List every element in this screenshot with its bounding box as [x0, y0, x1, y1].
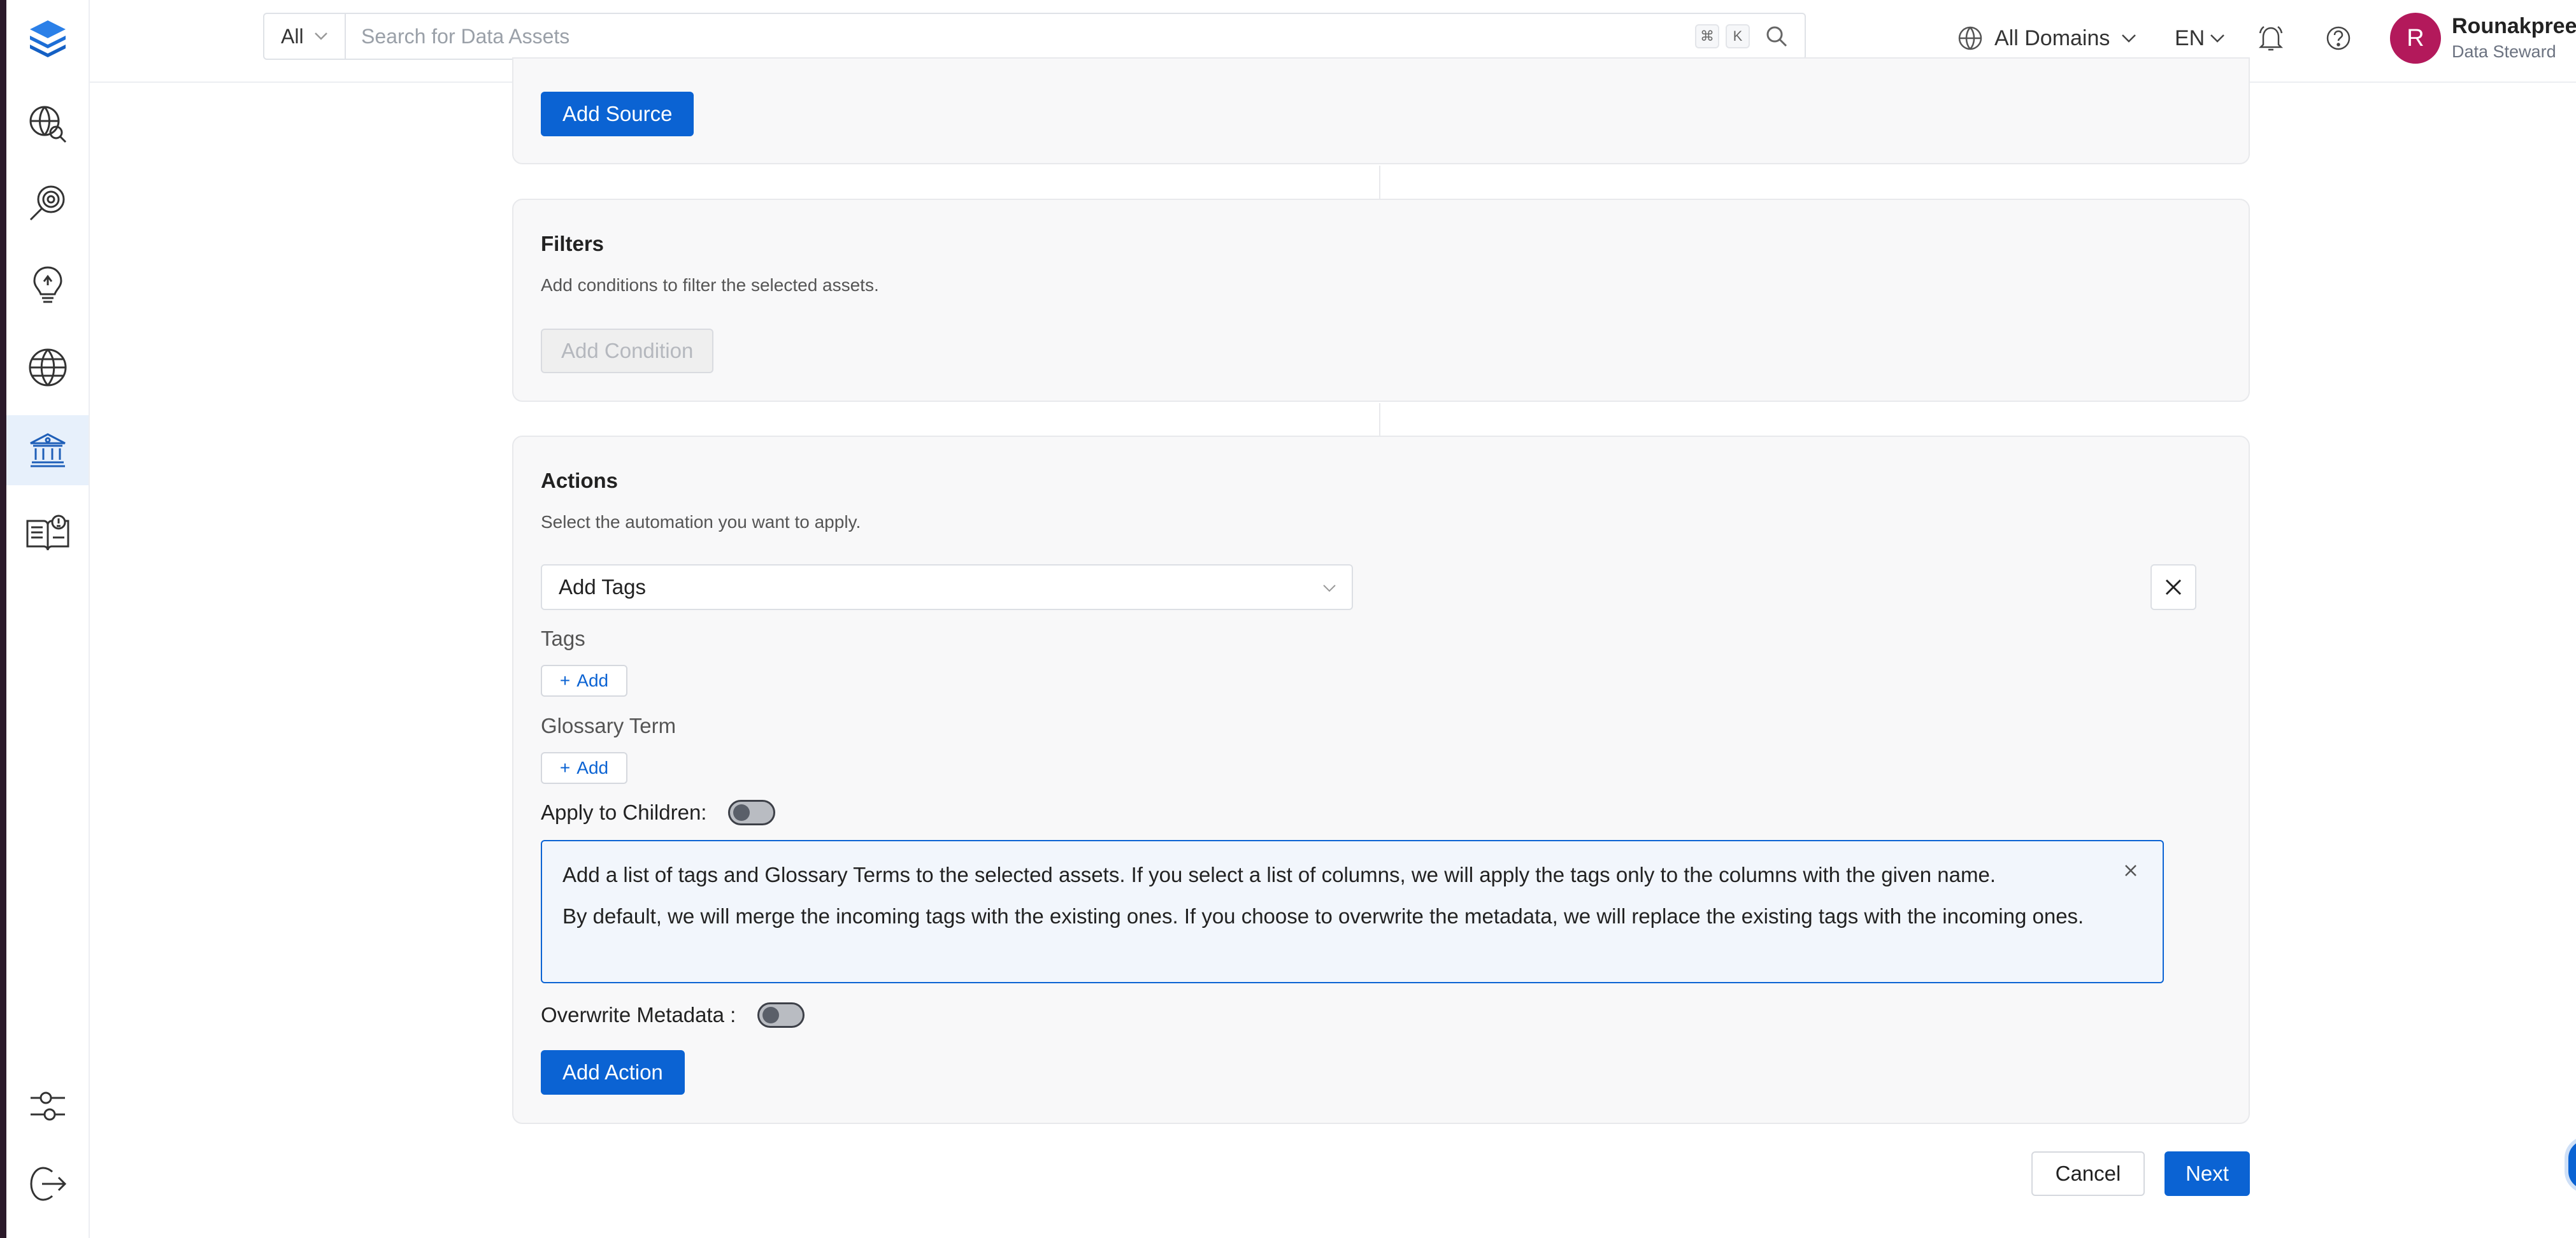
info-alert: Add a list of tags and Glossary Terms to…	[541, 840, 2164, 983]
tags-label: Tags	[541, 627, 585, 650]
overwrite-metadata-label: Overwrite Metadata :	[541, 1003, 736, 1027]
help-button[interactable]	[2322, 22, 2355, 55]
search-input[interactable]	[346, 14, 1695, 59]
sidebar-item-data-quality[interactable]	[6, 169, 89, 239]
apply-to-children-toggle[interactable]	[728, 800, 776, 825]
search-icon[interactable]	[1765, 25, 1788, 48]
chevron-down-icon	[2210, 34, 2225, 43]
next-button[interactable]: Next	[2165, 1151, 2250, 1196]
add-glossary-term-button[interactable]: + Add	[541, 752, 627, 784]
overwrite-metadata-row: Overwrite Metadata :	[541, 1002, 805, 1028]
info-text-line-1: Add a list of tags and Glossary Terms to…	[562, 863, 1996, 886]
insights-icon	[32, 266, 62, 303]
sidebar-item-domains[interactable]	[6, 332, 89, 402]
apply-to-children-row: Apply to Children:	[541, 800, 776, 825]
notifications-button[interactable]	[2254, 22, 2287, 55]
governance-icon	[29, 433, 66, 467]
actions-title: Actions	[541, 469, 619, 492]
sidebar-item-governance[interactable]	[6, 415, 89, 485]
explore-icon	[29, 106, 66, 143]
action-type-value: Add Tags	[559, 575, 646, 599]
source-card: Add Source	[512, 57, 2250, 164]
sidebar-item-logout[interactable]	[6, 1149, 89, 1219]
sidebar	[6, 0, 90, 1238]
action-type-select[interactable]: Add Tags	[541, 564, 1353, 610]
user-name: Rounakpreet	[2452, 14, 2576, 38]
sidebar-item-insights[interactable]	[6, 250, 89, 320]
sidebar-item-knowledge-center[interactable]	[6, 498, 89, 568]
add-action-button[interactable]: Add Action	[541, 1050, 685, 1095]
add-tags-button[interactable]: + Add	[541, 665, 627, 697]
search-scope-label: All	[281, 24, 304, 48]
bell-icon	[2258, 25, 2284, 51]
filters-title: Filters	[541, 232, 605, 255]
avatar[interactable]: R	[2390, 13, 2441, 64]
plus-icon: +	[559, 671, 571, 690]
step-connector	[1379, 166, 1380, 199]
add-condition-button[interactable]: Add Condition	[541, 329, 714, 373]
glossary-term-label: Glossary Term	[541, 714, 676, 737]
overwrite-metadata-toggle[interactable]	[757, 1002, 805, 1028]
actions-description: Select the automation you want to apply.	[541, 512, 861, 532]
plus-icon: +	[559, 758, 571, 778]
filters-card: Filters Add conditions to filter the sel…	[512, 199, 2250, 402]
globe-icon	[1958, 26, 1982, 50]
sidebar-item-settings[interactable]	[6, 1071, 89, 1141]
domain-selector[interactable]: All Domains	[1957, 19, 2136, 57]
sidebar-logo[interactable]	[6, 3, 89, 73]
apply-to-children-label: Apply to Children:	[541, 800, 707, 824]
add-glossary-term-label: Add	[576, 758, 609, 778]
chevron-down-icon	[1323, 585, 1336, 592]
help-icon	[2326, 26, 2351, 50]
knowledge-center-icon	[26, 515, 69, 551]
actions-card: Actions Select the automation you want t…	[512, 436, 2250, 1124]
shortcut-key-cmd: ⌘	[1695, 24, 1719, 48]
toggle-knob	[733, 804, 750, 821]
domain-selector-label: All Domains	[1994, 25, 2110, 50]
logout-icon	[29, 1167, 66, 1201]
add-source-button[interactable]: Add Source	[541, 92, 694, 136]
remove-action-button[interactable]	[2150, 564, 2196, 610]
language-label: EN	[2175, 25, 2205, 50]
layers-logo-icon	[29, 20, 66, 57]
data-quality-icon	[29, 185, 64, 221]
chevron-down-icon	[2122, 34, 2136, 43]
language-selector[interactable]: EN	[2175, 19, 2225, 57]
cancel-button[interactable]: Cancel	[2031, 1151, 2145, 1196]
user-role: Data Steward	[2452, 42, 2556, 61]
global-search: All ⌘ K	[263, 13, 1806, 60]
info-text-line-2: By default, we will merge the incoming t…	[562, 904, 2084, 928]
close-icon	[2165, 579, 2182, 595]
settings-icon	[30, 1092, 65, 1121]
add-tags-label: Add	[576, 671, 609, 690]
shortcut-key-k: K	[1726, 24, 1750, 48]
filters-description: Add conditions to filter the selected as…	[541, 275, 879, 295]
close-icon[interactable]	[2123, 863, 2138, 878]
sidebar-item-explore[interactable]	[6, 89, 89, 159]
search-scope-select[interactable]: All	[264, 14, 346, 59]
toggle-knob	[762, 1007, 780, 1023]
chevron-down-icon	[314, 32, 327, 40]
step-connector	[1379, 403, 1380, 436]
window-edge	[0, 0, 6, 1238]
domains-icon	[29, 348, 66, 387]
main-content: Add Source Filters Add conditions to fil…	[90, 57, 2576, 1238]
